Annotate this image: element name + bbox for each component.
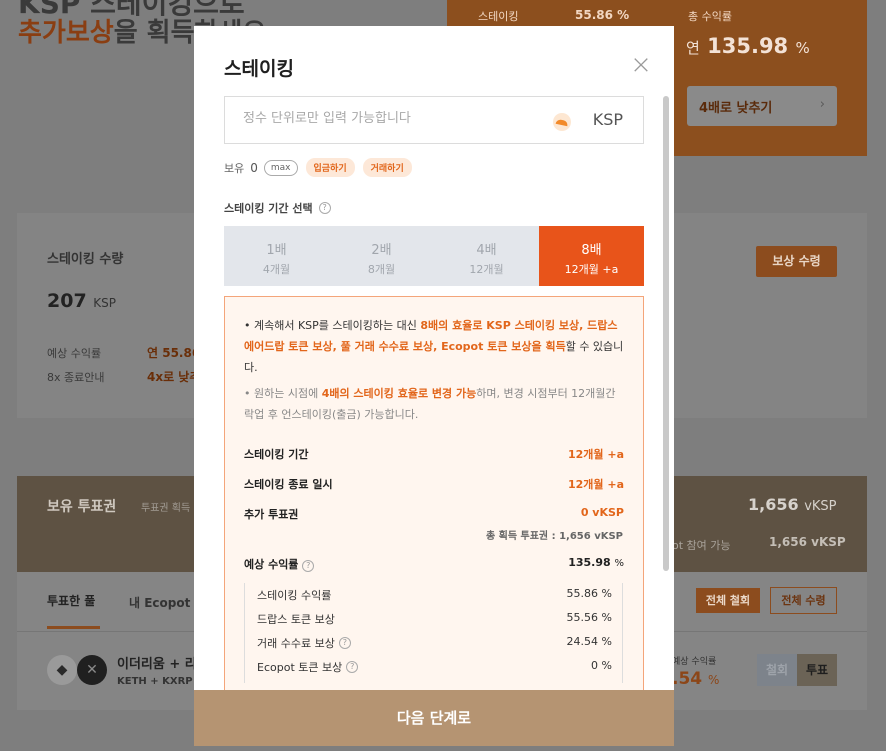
withdraw-toggle-button[interactable]: 철회 (757, 654, 797, 686)
breakdown-row: 거래 수수료 보상? 24.54 % (257, 635, 612, 650)
help-icon[interactable]: ? (338, 637, 351, 649)
stake-unit: KSP (592, 110, 623, 129)
withdraw-vote-toggle: 철회 투표 (757, 654, 837, 686)
info-row-yield: 예상 수익률 ? 135.98 % (244, 556, 624, 572)
max-button[interactable]: max (263, 159, 298, 176)
withdraw-all-button[interactable]: 전체 철회 (696, 588, 760, 613)
pool-yield-value: .54 % (672, 669, 720, 689)
pool-pair-name: 이더리움 + 리 (117, 657, 197, 672)
claim-all-button[interactable]: 전체 수령 (770, 587, 837, 614)
vote-available-value: 1,656 vKSP (769, 535, 846, 549)
tab-active-underline (47, 626, 100, 629)
help-icon[interactable]: ? (318, 202, 331, 214)
staking-amount: 207 KSP (47, 290, 117, 312)
pool-yield-label: 예상 수익률 (672, 657, 717, 667)
period-option-8x[interactable]: 8배 12개월 +a (539, 226, 644, 286)
period-option-1x[interactable]: 1배 4개월 (224, 226, 329, 286)
eth-token-icon: ◆ (47, 655, 77, 685)
balance-label: 보유 (224, 161, 245, 175)
info-end-value: 12개월 +a (567, 478, 624, 491)
info-row-votes: 추가 투표권 0 vKSP (244, 506, 624, 521)
staking-amount-title: 스테이킹 수량 (47, 252, 124, 267)
reward-claim-button[interactable]: 보상 수령 (756, 246, 837, 277)
expected-yield-label: 예상 수익률 (47, 347, 102, 360)
end-info-label: 8x 종료안내 (47, 371, 105, 384)
trade-button[interactable]: 거래하기 (362, 158, 412, 177)
modal-title: 스테이킹 (224, 58, 294, 80)
yield-breakdown: 스테이킹 수익률 55.86 % 드랍스 토큰 보상 55.56 % 거래 수수료 … (244, 583, 623, 683)
vote-power-subtitle: 투표권 획득 (141, 503, 191, 514)
vote-available-label: ot 참여 가능 (672, 539, 731, 552)
total-yield-label: 총 수익률 (688, 10, 732, 23)
info-yield-value: 135.98 % (568, 556, 624, 569)
expected-yield-value: 연 55.86 (147, 346, 201, 360)
period-option-2x[interactable]: 2배 8개월 (329, 226, 434, 286)
total-yield-value: 연 135.98 % (686, 34, 810, 58)
total-votes: 총 획득 투표권 : 1,656 vKSP (485, 531, 623, 542)
breakdown-row: 스테이킹 수익률 55.86 % (257, 587, 612, 602)
balance-row: 보유 0 max 입금하기 거래하기 (224, 158, 412, 177)
breakdown-row: 드랍스 토큰 보상 55.56 % (257, 611, 612, 626)
modal-scrollbar[interactable] (663, 96, 669, 571)
staking-info-box: • 계속해서 KSP를 스테이킹하는 대신 8배의 효율로 KSP 스테이킹 보… (224, 296, 644, 690)
lower-multiplier-button[interactable]: 4배로 낮추기 › (687, 86, 837, 126)
vote-toggle-button[interactable]: 투표 (797, 654, 837, 686)
xrp-token-icon: ✕ (77, 655, 107, 685)
staking-label: 스테이킹 (478, 10, 519, 23)
hero-accent: 추가보상 (18, 18, 114, 48)
balance-value: 0 (250, 160, 258, 175)
pool-pair-tokens: KETH + KXRP (117, 676, 193, 687)
tab-voted-pools[interactable]: 투표한 풀 (47, 592, 95, 609)
info-row-period: 스테이킹 기간 12개월 +a (244, 448, 624, 461)
next-step-button[interactable]: 다음 단계로 (194, 690, 674, 746)
breakdown-row: Ecopot 토큰 보상? 0 % (257, 659, 612, 674)
ksp-token-icon (553, 113, 571, 131)
vote-power-value: 1,656 vKSP (748, 495, 837, 514)
info-votes-value: 0 vKSP (580, 506, 624, 519)
close-icon[interactable]: × (628, 52, 654, 78)
info-paragraph-1: • 계속해서 KSP를 스테이킹하는 대신 8배의 효율로 KSP 스테이킹 보… (244, 319, 624, 374)
period-selector: 1배 4개월 2배 8개월 4배 12개월 8배 12개월 +a (224, 226, 644, 286)
help-icon[interactable]: ? (302, 560, 315, 572)
deposit-button[interactable]: 입금하기 (305, 158, 355, 177)
staking-value: 55.86 % (575, 8, 630, 22)
info-period-value: 12개월 +a (567, 448, 624, 461)
chevron-right-icon: › (819, 97, 825, 112)
period-option-4x[interactable]: 4배 12개월 (434, 226, 539, 286)
help-icon[interactable]: ? (346, 661, 359, 673)
tab-my-ecopot[interactable]: 내 Ecopot (129, 594, 190, 611)
stake-amount-input[interactable] (243, 111, 543, 126)
info-paragraph-2: • 원하는 시점에 4배의 스테이킹 효율로 변경 가능하며, 변경 시점부터 … (244, 387, 616, 421)
end-info-value: 4x로 낮추 (147, 370, 201, 384)
info-row-end: 스테이킹 종료 일시 12개월 +a (244, 478, 624, 491)
period-section-title: 스테이킹 기간 선택 ? (224, 200, 331, 216)
vote-power-title: 보유 투표권 (47, 499, 117, 515)
stake-amount-field: KSP (224, 96, 644, 144)
staking-modal: 스테이킹 × KSP 보유 0 max 입금하기 거래하기 스테이킹 기간 선택… (194, 26, 674, 690)
